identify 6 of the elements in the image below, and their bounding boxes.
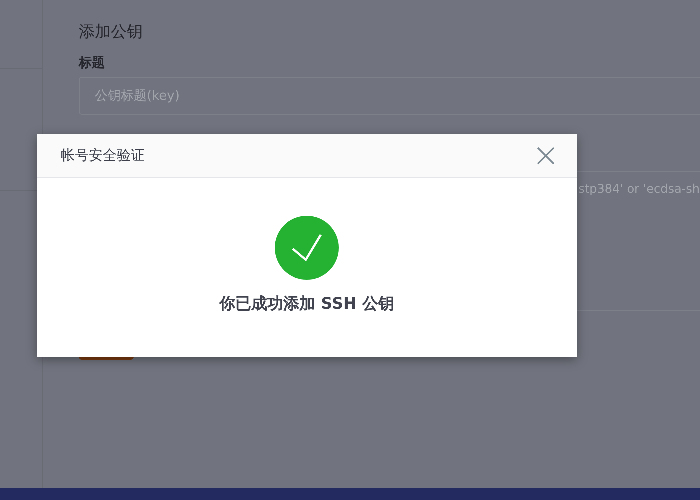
- dialog-title: 帐号安全验证: [61, 146, 145, 164]
- close-icon[interactable]: [537, 146, 555, 164]
- success-message: 你已成功添加 SSH 公钥: [220, 294, 394, 315]
- field-label: 标题: [79, 56, 106, 72]
- section-heading: 添加公钥: [79, 21, 144, 43]
- success-check-icon: [275, 216, 339, 280]
